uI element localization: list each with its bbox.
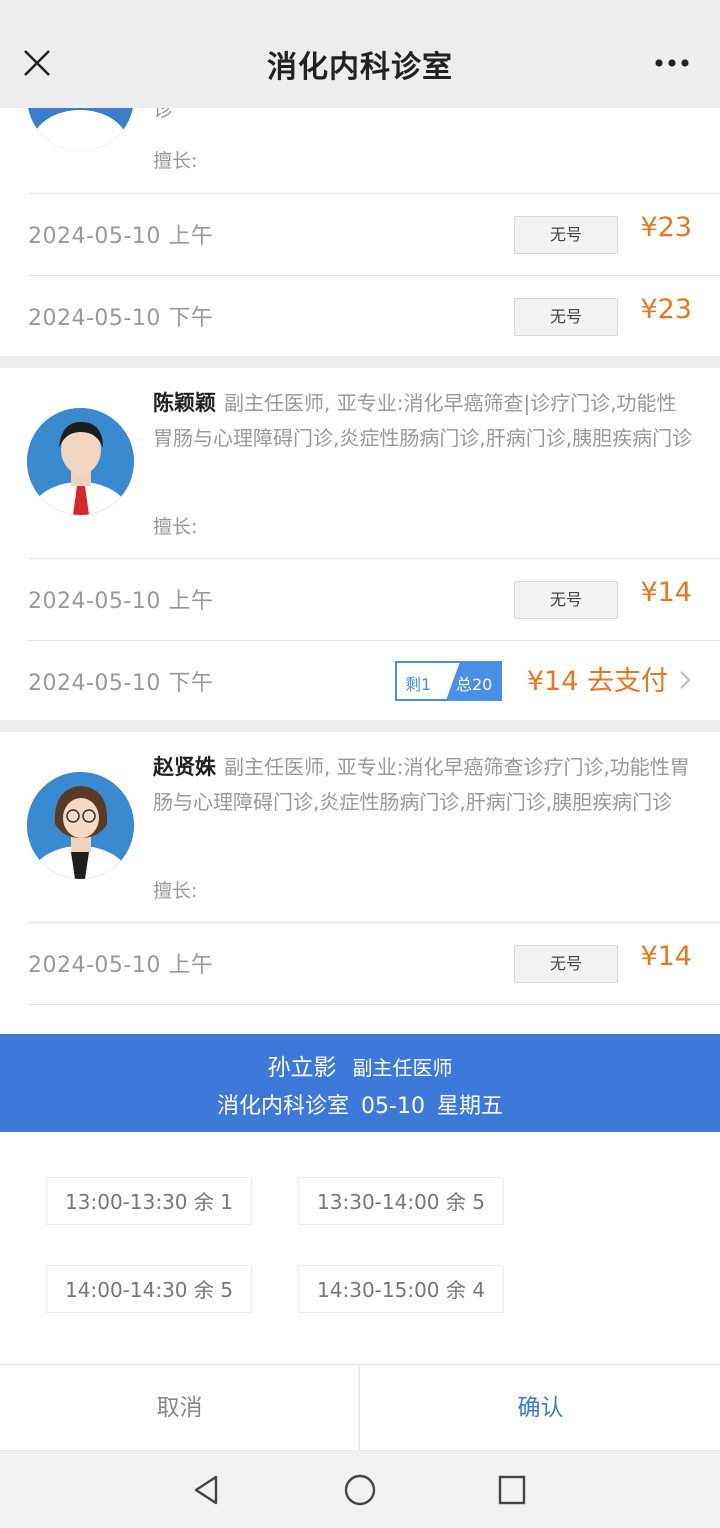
- schedule-row: 2024-05-10 上午 无号 ¥14: [28, 558, 720, 641]
- booking-sheet-header: 孙立影 副主任医师 消化内科诊室 05-10 星期五: [0, 1034, 720, 1132]
- schedule-row: 2024-05-10 下午 无号 ¥23: [28, 275, 720, 358]
- doctor-info: 陈颖颖 副主任医师, 亚专业:消化早癌筛查|诊疗门诊,功能性胃肠与心理障碍门诊,炎…: [153, 386, 694, 456]
- cancel-button[interactable]: 取消: [0, 1365, 360, 1451]
- sheet-dept: 消化内科诊室: [217, 1094, 350, 1119]
- sheet-doctor-rank: 副主任医师: [352, 1056, 453, 1080]
- time-slot-option[interactable]: 13:00-13:30 余 1: [46, 1177, 252, 1225]
- no-slot-button[interactable]: 无号: [514, 581, 618, 619]
- doctor-card-2: 陈颖颖 副主任医师, 亚专业:消化早癌筛查|诊疗门诊,功能性胃肠与心理障碍门诊,炎…: [0, 368, 720, 720]
- schedule-row: 2024-05-10 上午 无号 ¥14: [28, 922, 720, 1005]
- no-slot-button[interactable]: 无号: [514, 945, 618, 983]
- doctor-title: 副主任医师, 亚专业:消化早癌筛查|诊疗门诊,功能性胃肠与心理障碍门诊,炎症性肠…: [153, 391, 693, 450]
- price: ¥23: [640, 294, 692, 325]
- page-title: 消化内科诊室: [267, 50, 453, 85]
- system-nav-bar: [0, 1450, 720, 1528]
- doctor-skill: 擅长:: [153, 516, 198, 538]
- nav-back-icon[interactable]: [192, 1474, 222, 1506]
- confirm-button[interactable]: 确认: [361, 1365, 720, 1451]
- no-slot-button[interactable]: 无号: [514, 298, 618, 336]
- doctor-title: 副主任医师, 亚专业:消化早癌筛查诊疗门诊,功能性胃肠与心理障碍门诊,炎症性肠病…: [153, 755, 690, 814]
- schedule-date: 2024-05-10 上午: [28, 224, 214, 249]
- nav-recent-icon[interactable]: [497, 1474, 527, 1506]
- sheet-doctor-name: 孙立影: [267, 1055, 337, 1081]
- doctor-skill: 擅长:: [153, 150, 198, 172]
- total-count: 总20: [456, 675, 493, 694]
- time-slot-option[interactable]: 14:30-15:00 余 4: [298, 1265, 504, 1313]
- doctor-avatar[interactable]: [27, 772, 134, 879]
- doctor-info: 赵贤姝 副主任医师, 亚专业:消化早癌筛查诊疗门诊,功能性胃肠与心理障碍门诊,炎症…: [153, 750, 694, 820]
- doctor-skill: 擅长:: [153, 880, 198, 902]
- sheet-weekday: 星期五: [436, 1094, 503, 1119]
- time-slot-grid: 13:00-13:30 余 1 13:30-14:00 余 5 14:00-14…: [0, 1132, 720, 1364]
- time-slot-option[interactable]: 13:30-14:00 余 5: [298, 1177, 504, 1225]
- doctor-name: 陈颖颖: [153, 391, 216, 415]
- pay-link[interactable]: ¥14 去支付: [527, 659, 668, 698]
- remaining-count: 剩1: [405, 675, 432, 694]
- nav-home-icon[interactable]: [343, 1474, 377, 1508]
- no-slot-button[interactable]: 无号: [514, 216, 618, 254]
- schedule-date: 2024-05-10 上午: [28, 953, 214, 978]
- doctor-name: 赵贤姝: [153, 755, 216, 779]
- more-icon[interactable]: [654, 58, 690, 68]
- schedule-row[interactable]: 2024-05-10 下午 剩1 总20 ¥14 去支付: [28, 640, 720, 723]
- sheet-actions: 取消 确认: [0, 1364, 720, 1451]
- schedule-date: 2024-05-10 上午: [28, 589, 214, 614]
- doctor-avatar[interactable]: [27, 408, 134, 515]
- price: ¥14: [640, 941, 692, 972]
- schedule-row: 2024-05-10 上午 无号 ¥23: [28, 193, 720, 276]
- price: ¥14: [640, 577, 692, 608]
- chevron-right-icon: [680, 671, 691, 689]
- sheet-date: 05-10: [361, 1094, 425, 1119]
- title-bar: 消化内科诊室: [0, 0, 720, 108]
- quota-badge: 剩1 总20: [395, 661, 502, 701]
- schedule-date: 2024-05-10 下午: [28, 306, 214, 331]
- sheet-date-line: 消化内科诊室 05-10 星期五: [0, 1088, 720, 1120]
- time-slot-option[interactable]: 14:00-14:30 余 5: [46, 1265, 252, 1313]
- doctor-card-3: 赵贤姝 副主任医师, 亚专业:消化早癌筛查诊疗门诊,功能性胃肠与心理障碍门诊,炎症…: [0, 732, 720, 1042]
- schedule-date: 2024-05-10 下午: [28, 671, 214, 696]
- price: ¥23: [640, 212, 692, 243]
- sheet-doctor-line: 孙立影 副主任医师: [0, 1048, 720, 1082]
